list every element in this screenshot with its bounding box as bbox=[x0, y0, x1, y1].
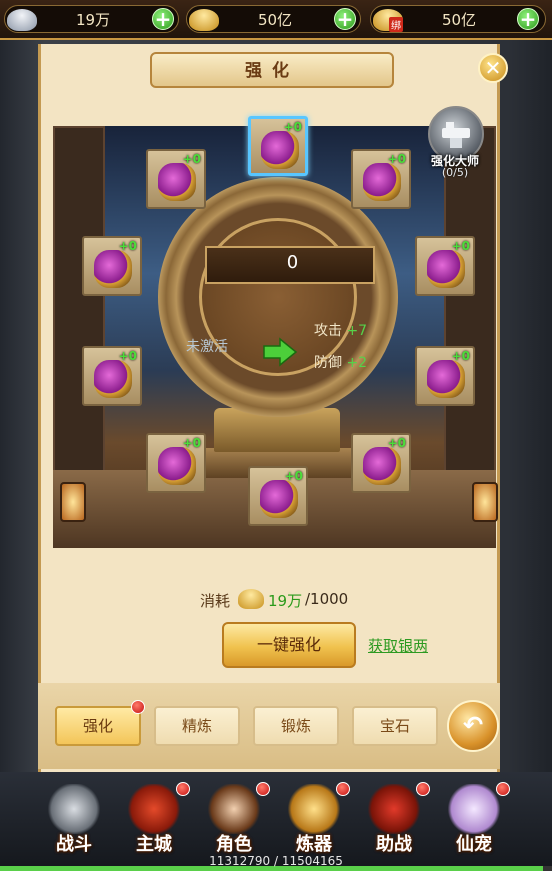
slot-helmet[interactable]: +0 bbox=[351, 149, 411, 209]
nav-label: 战斗 bbox=[56, 834, 92, 855]
close-button[interactable]: ✕ bbox=[478, 53, 508, 83]
nav-badge bbox=[496, 782, 510, 796]
slot-level: +0 bbox=[182, 152, 201, 166]
armor-icon bbox=[94, 250, 132, 288]
slot-level: +0 bbox=[118, 349, 137, 363]
attack-bonus: +7 bbox=[346, 323, 368, 339]
left-pillar bbox=[53, 126, 105, 486]
spirit-pet-icon bbox=[446, 784, 502, 834]
slot-level: +0 bbox=[387, 152, 406, 166]
left-lantern-icon bbox=[60, 482, 86, 522]
slot-weapon[interactable]: +0 bbox=[248, 116, 308, 176]
panel-title: 强化 bbox=[245, 61, 299, 81]
slot-level: +0 bbox=[284, 469, 303, 483]
boots-icon bbox=[158, 163, 196, 201]
slot-crown[interactable]: +0 bbox=[351, 433, 411, 493]
nav-label: 主城 bbox=[136, 834, 172, 855]
necklace-icon bbox=[427, 250, 465, 288]
helmet-icon bbox=[363, 163, 401, 201]
slot-level: +0 bbox=[182, 436, 201, 450]
enhance-master-count: (0/5) bbox=[441, 166, 469, 179]
slot-boots[interactable]: +0 bbox=[146, 149, 206, 209]
crossed-swords-icon bbox=[46, 784, 102, 834]
return-arrow-icon: ↶ bbox=[462, 711, 484, 739]
nav-badge bbox=[336, 782, 350, 796]
nav-label: 炼器 bbox=[296, 834, 332, 855]
slot-gloves[interactable]: +0 bbox=[146, 433, 206, 493]
gold-ingot-icon bbox=[189, 9, 219, 31]
attack-label: 攻击 bbox=[314, 323, 342, 339]
slot-level: +0 bbox=[451, 239, 470, 253]
nav-forge[interactable]: 炼器 bbox=[272, 778, 356, 858]
gold-amount: 50亿 bbox=[257, 11, 293, 29]
tab-refine[interactable]: 精炼 bbox=[154, 706, 240, 746]
silver-currency: 19万 + bbox=[4, 5, 179, 33]
belt-icon bbox=[94, 360, 132, 398]
gold-ingot-icon bbox=[238, 589, 264, 609]
slot-level: +0 bbox=[118, 239, 137, 253]
arrow-right-icon bbox=[263, 337, 298, 367]
sword-icon bbox=[261, 131, 299, 169]
tab-gem[interactable]: 宝石 bbox=[352, 706, 438, 746]
slot-level: +0 bbox=[283, 120, 302, 134]
nav-label: 仙宠 bbox=[456, 834, 492, 855]
silver-ingot-icon bbox=[7, 9, 37, 31]
add-silver-button[interactable]: + bbox=[152, 8, 174, 30]
slot-necklace[interactable]: +0 bbox=[415, 236, 475, 296]
shoulder-icon bbox=[427, 360, 465, 398]
nav-assist[interactable]: 助战 bbox=[352, 778, 436, 858]
city-gate-icon bbox=[126, 784, 182, 834]
defense-bonus: +2 bbox=[346, 355, 368, 371]
get-silver-link[interactable]: 获取银两 bbox=[368, 635, 428, 656]
nav-badge bbox=[176, 782, 190, 796]
cost-label: 消耗 bbox=[200, 592, 231, 610]
tab-enhance[interactable]: 强化 bbox=[55, 706, 141, 746]
nav-label: 角色 bbox=[216, 834, 252, 855]
bound-tag: 绑 bbox=[389, 17, 403, 32]
defense-stat: 防御 +2 bbox=[314, 352, 367, 372]
nav-city[interactable]: 主城 bbox=[112, 778, 196, 858]
back-arrow-button[interactable]: ↶ bbox=[447, 700, 499, 752]
experience-text: 11312790 / 11504165 bbox=[209, 854, 343, 868]
nav-character[interactable]: 角色 bbox=[192, 778, 276, 858]
nav-battle[interactable]: 战斗 bbox=[32, 778, 116, 858]
power-value: 0 bbox=[286, 252, 299, 273]
cost-owned: 19万 bbox=[268, 592, 303, 610]
one-key-enhance-button[interactable]: 一键强化 bbox=[222, 622, 356, 668]
slot-ring[interactable]: +0 bbox=[248, 466, 308, 526]
ring-icon bbox=[260, 480, 298, 518]
status-text: 未激活 bbox=[186, 339, 228, 355]
gloves-icon bbox=[158, 447, 196, 485]
nav-badge bbox=[416, 782, 430, 796]
nav-pet[interactable]: 仙宠 bbox=[432, 778, 516, 858]
tab-temper[interactable]: 锻炼 bbox=[253, 706, 339, 746]
forge-box-icon bbox=[286, 784, 342, 834]
defense-label: 防御 bbox=[314, 355, 342, 371]
bound-gold-currency: 绑 50亿 + bbox=[370, 5, 546, 33]
slot-armor[interactable]: +0 bbox=[82, 236, 142, 296]
right-lantern-icon bbox=[472, 482, 498, 522]
bound-gold-amount: 50亿 bbox=[441, 11, 477, 29]
character-portrait-icon bbox=[206, 784, 262, 834]
nav-label: 助战 bbox=[376, 834, 412, 855]
add-bound-gold-button[interactable]: + bbox=[517, 8, 539, 30]
tab-enhance-badge bbox=[131, 700, 145, 714]
silver-amount: 19万 bbox=[75, 11, 111, 29]
nav-badge bbox=[256, 782, 270, 796]
gold-currency: 50亿 + bbox=[186, 5, 361, 33]
war-drum-icon bbox=[366, 784, 422, 834]
slot-belt[interactable]: +0 bbox=[82, 346, 142, 406]
crown-icon bbox=[363, 447, 401, 485]
add-gold-button[interactable]: + bbox=[334, 8, 356, 30]
slot-level: +0 bbox=[387, 436, 406, 450]
slot-level: +0 bbox=[451, 349, 470, 363]
attack-stat: 攻击 +7 bbox=[314, 320, 367, 340]
cost-required: /1000 bbox=[305, 590, 349, 608]
right-pillar bbox=[444, 126, 496, 486]
slot-shoulder[interactable]: +0 bbox=[415, 346, 475, 406]
